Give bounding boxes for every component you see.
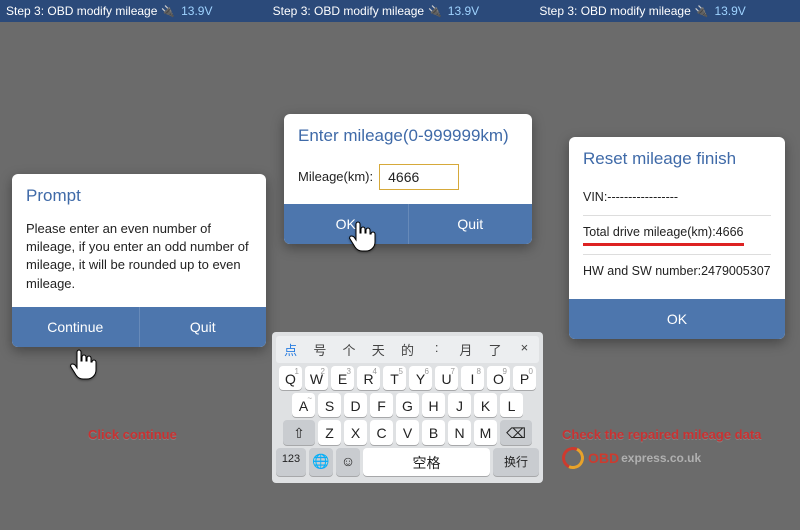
dialog-title: Reset mileage finish [569, 137, 785, 177]
letter-key[interactable]: J [448, 393, 471, 417]
step-label: Step 3: OBD modify mileage [273, 4, 424, 18]
hand-cursor-icon [69, 348, 97, 382]
letter-key[interactable]: D [344, 393, 367, 417]
hw-sw-line: HW and SW number:2479005307 [583, 254, 771, 289]
mileage-input[interactable] [379, 164, 459, 190]
suggestion-key[interactable]: 的 [393, 336, 422, 363]
plug-icon: 🔌 [695, 5, 709, 18]
prompt-dialog: Prompt Please enter an even number of mi… [12, 174, 266, 347]
letter-key[interactable]: K [474, 393, 497, 417]
ok-button[interactable]: OK [284, 204, 408, 244]
vin-line: VIN:----------------- [583, 181, 771, 215]
step-label: Step 3: OBD modify mileage [539, 4, 690, 18]
backspace-key[interactable]: ⌫ [500, 420, 532, 445]
letter-key[interactable]: E3 [331, 366, 354, 390]
letter-key[interactable]: I8 [461, 366, 484, 390]
top-segment: Step 3: OBD modify mileage 🔌 13.9V [533, 4, 800, 18]
letter-key[interactable]: T5 [383, 366, 406, 390]
keyboard-suggestion-bar: 点 号 个 天 的 : 月 了 × [276, 336, 539, 363]
obdexpress-logo: OBD express.co.uk [562, 447, 701, 469]
return-key[interactable]: 换行 [493, 448, 539, 476]
suggestion-key[interactable]: 天 [364, 336, 393, 363]
letter-key[interactable]: O9 [487, 366, 510, 390]
emoji-key[interactable]: ☺ [336, 448, 360, 476]
letter-key[interactable]: Z [318, 420, 341, 445]
total-mileage-value: Total drive mileage(km):4666 [583, 224, 744, 247]
letter-key[interactable]: Y6 [409, 366, 432, 390]
plug-icon: 🔌 [428, 5, 442, 18]
total-mileage-line: Total drive mileage(km):4666 [583, 215, 771, 255]
caption-check: Check the repaired mileage data [562, 427, 761, 442]
dialog-body: Please enter an even number of mileage, … [12, 214, 266, 307]
letter-key[interactable]: N [448, 420, 471, 445]
letter-key[interactable]: U7 [435, 366, 458, 390]
numeric-key[interactable]: 123 [276, 448, 306, 476]
enter-mileage-dialog: Enter mileage(0-999999km) Mileage(km): O… [284, 114, 532, 244]
letter-key[interactable]: R4 [357, 366, 380, 390]
quit-button[interactable]: Quit [139, 307, 267, 347]
voltage-reading: 13.9V [181, 4, 212, 18]
top-segment: Step 3: OBD modify mileage 🔌 13.9V [267, 4, 534, 18]
plug-icon: 🔌 [161, 5, 175, 18]
letter-key[interactable]: X [344, 420, 367, 445]
letter-key[interactable]: V [396, 420, 419, 445]
space-key[interactable]: 空格 [363, 448, 490, 476]
letter-key[interactable]: Q1 [279, 366, 302, 390]
letter-key[interactable]: C [370, 420, 393, 445]
continue-button[interactable]: Continue [12, 307, 139, 347]
reset-finish-dialog: Reset mileage finish VIN:---------------… [569, 137, 785, 339]
letter-key[interactable]: F [370, 393, 393, 417]
soft-keyboard: 点 号 个 天 的 : 月 了 × Q1W2E3R4T5Y6U7I8O9P0 A… [272, 332, 543, 483]
suggestion-key[interactable]: × [510, 336, 539, 363]
suggestion-key[interactable]: 点 [276, 336, 305, 363]
suggestion-key[interactable]: : [422, 336, 451, 363]
step-label: Step 3: OBD modify mileage [6, 4, 157, 18]
quit-button[interactable]: Quit [408, 204, 533, 244]
letter-key[interactable]: H [422, 393, 445, 417]
globe-key[interactable]: 🌐 [309, 448, 333, 476]
letter-key[interactable]: S [318, 393, 341, 417]
letter-key[interactable]: G [396, 393, 419, 417]
dialog-title: Prompt [12, 174, 266, 214]
ok-button[interactable]: OK [569, 299, 785, 339]
logo-ring-icon [559, 444, 587, 472]
logo-brand: OBD [588, 450, 619, 466]
suggestion-key[interactable]: 号 [305, 336, 334, 363]
letter-key[interactable]: P0 [513, 366, 536, 390]
letter-key[interactable]: W2 [305, 366, 328, 390]
letter-key[interactable]: B [422, 420, 445, 445]
suggestion-key[interactable]: 月 [451, 336, 480, 363]
top-segment: Step 3: OBD modify mileage 🔌 13.9V [0, 4, 267, 18]
shift-key[interactable]: ⇧ [283, 420, 315, 445]
suggestion-key[interactable]: 了 [481, 336, 510, 363]
letter-key[interactable]: M [474, 420, 497, 445]
mileage-field-label: Mileage(km): [298, 168, 373, 186]
dialog-title: Enter mileage(0-999999km) [284, 114, 532, 154]
top-bar: Step 3: OBD modify mileage 🔌 13.9V Step … [0, 0, 800, 22]
logo-suffix: express.co.uk [621, 451, 701, 465]
suggestion-key[interactable]: 个 [334, 336, 363, 363]
caption-continue: Click continue [88, 427, 177, 442]
voltage-reading: 13.9V [714, 4, 745, 18]
letter-key[interactable]: A~ [292, 393, 315, 417]
voltage-reading: 13.9V [448, 4, 479, 18]
letter-key[interactable]: L [500, 393, 523, 417]
